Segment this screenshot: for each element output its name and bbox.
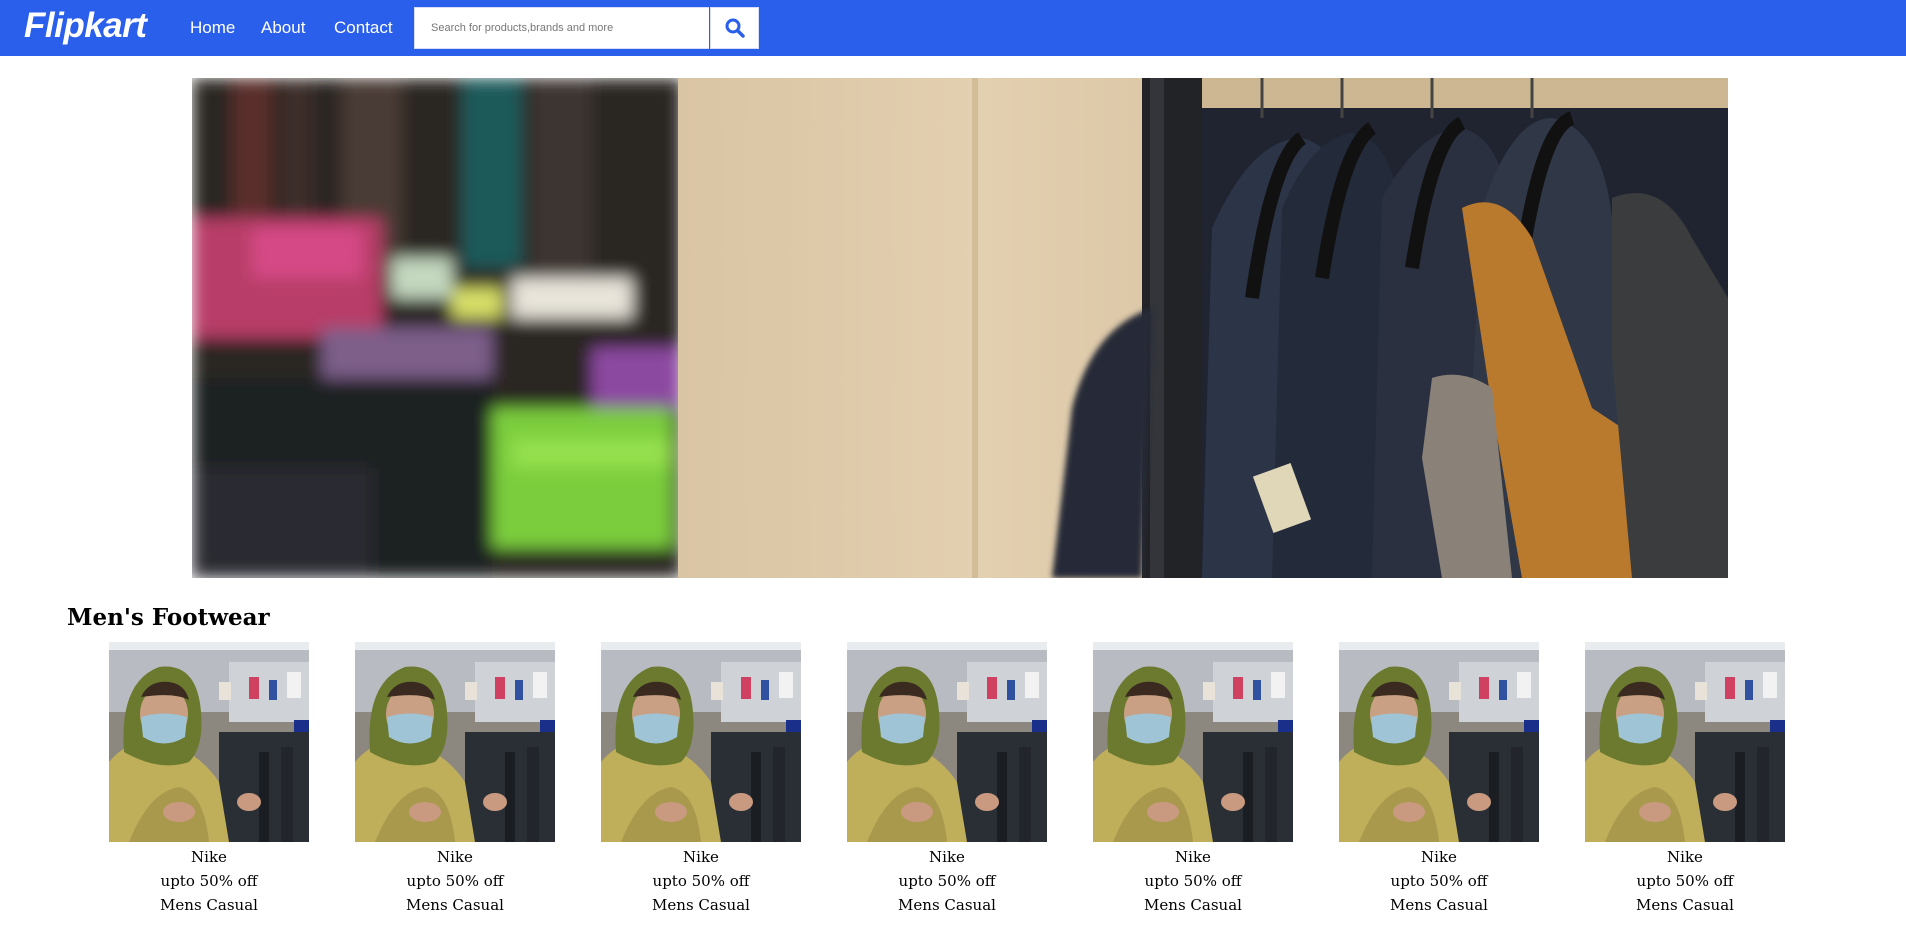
product-category: Mens Casual <box>160 896 258 914</box>
product-image[interactable] <box>1339 642 1539 842</box>
top-navbar: Flipkart Home About Contact <box>0 0 1906 56</box>
product-brand: Nike <box>1667 848 1703 866</box>
search-icon <box>725 18 745 38</box>
product-category: Mens Casual <box>652 896 750 914</box>
product-category: Mens Casual <box>406 896 504 914</box>
product-image[interactable] <box>109 642 309 842</box>
product-image[interactable] <box>355 642 555 842</box>
product-card[interactable]: Nike upto 50% off Mens Casual <box>601 642 801 917</box>
product-brand: Nike <box>683 848 719 866</box>
product-card[interactable]: Nike upto 50% off Mens Casual <box>847 642 1047 917</box>
flipkart-logo[interactable]: Flipkart <box>24 6 147 46</box>
product-offer: upto 50% off <box>406 872 504 890</box>
product-brand: Nike <box>437 848 473 866</box>
nav-about-link[interactable]: About <box>261 18 305 38</box>
nav-contact-link[interactable]: Contact <box>334 18 393 38</box>
product-category: Mens Casual <box>1144 896 1242 914</box>
product-card[interactable]: Nike upto 50% off Mens Casual <box>355 642 555 917</box>
search-input[interactable] <box>414 7 709 49</box>
product-offer: upto 50% off <box>898 872 996 890</box>
product-offer: upto 50% off <box>160 872 258 890</box>
product-image[interactable] <box>1093 642 1293 842</box>
product-offer: upto 50% off <box>1636 872 1734 890</box>
nav-home-link[interactable]: Home <box>190 18 235 38</box>
hero-banner-image <box>192 78 1728 578</box>
product-list: Nike upto 50% off Mens Casual Nike upto … <box>0 642 1906 925</box>
product-offer: upto 50% off <box>1390 872 1488 890</box>
product-brand: Nike <box>929 848 965 866</box>
product-image[interactable] <box>847 642 1047 842</box>
product-brand: Nike <box>1175 848 1211 866</box>
product-image[interactable] <box>601 642 801 842</box>
product-offer: upto 50% off <box>652 872 750 890</box>
section-title: Men's Footwear <box>67 604 270 631</box>
product-brand: Nike <box>191 848 227 866</box>
product-offer: upto 50% off <box>1144 872 1242 890</box>
product-card[interactable]: Nike upto 50% off Mens Casual <box>109 642 309 917</box>
product-category: Mens Casual <box>1390 896 1488 914</box>
product-category: Mens Casual <box>1636 896 1734 914</box>
product-card[interactable]: Nike upto 50% off Mens Casual <box>1585 642 1785 917</box>
product-category: Mens Casual <box>898 896 996 914</box>
product-image[interactable] <box>1585 642 1785 842</box>
product-card[interactable]: Nike upto 50% off Mens Casual <box>1093 642 1293 917</box>
product-card[interactable]: Nike upto 50% off Mens Casual <box>1339 642 1539 917</box>
product-brand: Nike <box>1421 848 1457 866</box>
search-button[interactable] <box>710 7 759 49</box>
